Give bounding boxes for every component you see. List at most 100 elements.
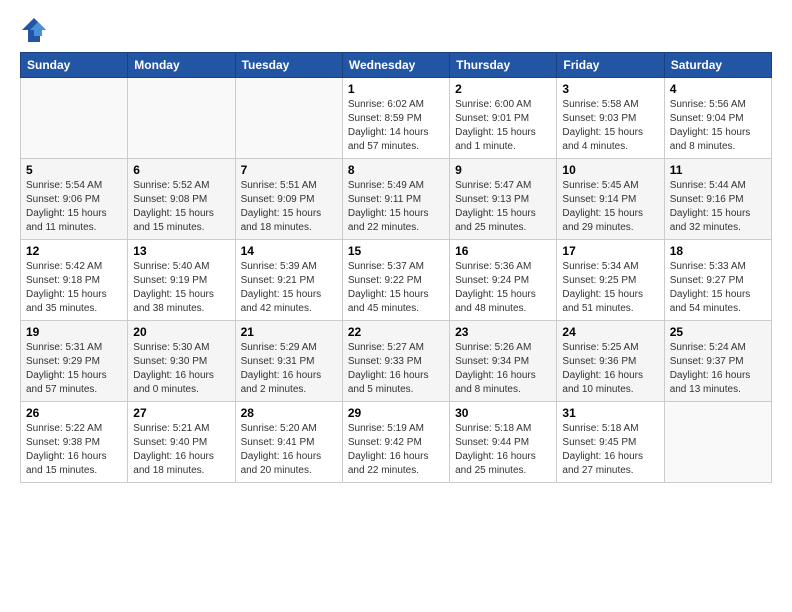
day-number: 18 <box>670 244 766 258</box>
day-info: Sunrise: 5:22 AM Sunset: 9:38 PM Dayligh… <box>26 422 122 478</box>
day-info: Sunrise: 5:20 AM Sunset: 9:41 PM Dayligh… <box>241 422 337 478</box>
day-info: Sunrise: 5:25 AM Sunset: 9:36 PM Dayligh… <box>562 341 658 397</box>
calendar-page: SundayMondayTuesdayWednesdayThursdayFrid… <box>0 0 792 499</box>
day-info: Sunrise: 5:44 AM Sunset: 9:16 PM Dayligh… <box>670 179 766 235</box>
calendar-cell: 3 Sunrise: 5:58 AM Sunset: 9:03 PM Daylig… <box>557 78 664 159</box>
calendar-cell: 28Sunrise: 5:20 AM Sunset: 9:41 PM Dayli… <box>235 402 342 483</box>
day-info: Sunrise: 5:34 AM Sunset: 9:25 PM Dayligh… <box>562 260 658 316</box>
day-info: Sunrise: 5:24 AM Sunset: 9:37 PM Dayligh… <box>670 341 766 397</box>
day-number: 14 <box>241 244 337 258</box>
logo-icon <box>20 16 48 44</box>
day-number: 31 <box>562 406 658 420</box>
calendar-cell: 25 Sunrise: 5:24 AM Sunset: 9:37 PM Dayli… <box>664 321 771 402</box>
calendar-cell: 16 Sunrise: 5:36 AM Sunset: 9:24 PM Dayli… <box>450 240 557 321</box>
day-number: 6 <box>133 163 229 177</box>
calendar-cell: 22 Sunrise: 5:27 AM Sunset: 9:33 PM Dayli… <box>342 321 449 402</box>
calendar-cell: 1 Sunrise: 6:02 AM Sunset: 8:59 PM Daylig… <box>342 78 449 159</box>
calendar-body: 1 Sunrise: 6:02 AM Sunset: 8:59 PM Daylig… <box>21 78 772 483</box>
calendar-cell <box>664 402 771 483</box>
header-row: SundayMondayTuesdayWednesdayThursdayFrid… <box>21 53 772 78</box>
logo <box>20 16 52 44</box>
day-info: Sunrise: 6:00 AM Sunset: 9:01 PM Dayligh… <box>455 98 551 154</box>
header <box>20 16 772 44</box>
calendar-cell: 17Sunrise: 5:34 AM Sunset: 9:25 PM Dayli… <box>557 240 664 321</box>
day-number: 25 <box>670 325 766 339</box>
calendar-cell: 11 Sunrise: 5:44 AM Sunset: 9:16 PM Dayli… <box>664 159 771 240</box>
day-number: 13 <box>133 244 229 258</box>
calendar-cell: 30Sunrise: 5:18 AM Sunset: 9:44 PM Dayli… <box>450 402 557 483</box>
day-number: 20 <box>133 325 229 339</box>
calendar-cell: 2 Sunrise: 6:00 AM Sunset: 9:01 PM Daylig… <box>450 78 557 159</box>
calendar-cell: 31 Sunrise: 5:18 AM Sunset: 9:45 PM Dayli… <box>557 402 664 483</box>
day-info: Sunrise: 5:52 AM Sunset: 9:08 PM Dayligh… <box>133 179 229 235</box>
day-number: 21 <box>241 325 337 339</box>
day-number: 30 <box>455 406 551 420</box>
day-number: 4 <box>670 82 766 96</box>
header-day: Monday <box>128 53 235 78</box>
day-info: Sunrise: 5:37 AM Sunset: 9:22 PM Dayligh… <box>348 260 444 316</box>
day-info: Sunrise: 5:40 AM Sunset: 9:19 PM Dayligh… <box>133 260 229 316</box>
day-info: Sunrise: 5:36 AM Sunset: 9:24 PM Dayligh… <box>455 260 551 316</box>
calendar-cell: 14 Sunrise: 5:39 AM Sunset: 9:21 PM Dayli… <box>235 240 342 321</box>
calendar-header: SundayMondayTuesdayWednesdayThursdayFrid… <box>21 53 772 78</box>
day-info: Sunrise: 5:39 AM Sunset: 9:21 PM Dayligh… <box>241 260 337 316</box>
calendar-cell: 8 Sunrise: 5:49 AM Sunset: 9:11 PM Daylig… <box>342 159 449 240</box>
day-number: 9 <box>455 163 551 177</box>
header-day: Saturday <box>664 53 771 78</box>
header-day: Sunday <box>21 53 128 78</box>
day-number: 1 <box>348 82 444 96</box>
calendar-cell: 4Sunrise: 5:56 AM Sunset: 9:04 PM Daylig… <box>664 78 771 159</box>
day-info: Sunrise: 5:21 AM Sunset: 9:40 PM Dayligh… <box>133 422 229 478</box>
day-info: Sunrise: 5:51 AM Sunset: 9:09 PM Dayligh… <box>241 179 337 235</box>
calendar-week-row: 12 Sunrise: 5:42 AM Sunset: 9:18 PM Dayli… <box>21 240 772 321</box>
day-info: Sunrise: 5:18 AM Sunset: 9:45 PM Dayligh… <box>562 422 658 478</box>
calendar-cell: 23 Sunrise: 5:26 AM Sunset: 9:34 PM Dayli… <box>450 321 557 402</box>
day-number: 24 <box>562 325 658 339</box>
calendar-cell: 13 Sunrise: 5:40 AM Sunset: 9:19 PM Dayli… <box>128 240 235 321</box>
day-number: 22 <box>348 325 444 339</box>
day-info: Sunrise: 5:47 AM Sunset: 9:13 PM Dayligh… <box>455 179 551 235</box>
day-number: 12 <box>26 244 122 258</box>
header-day: Thursday <box>450 53 557 78</box>
day-info: Sunrise: 5:58 AM Sunset: 9:03 PM Dayligh… <box>562 98 658 154</box>
day-number: 2 <box>455 82 551 96</box>
calendar-cell: 6 Sunrise: 5:52 AM Sunset: 9:08 PM Daylig… <box>128 159 235 240</box>
calendar-cell: 21 Sunrise: 5:29 AM Sunset: 9:31 PM Dayli… <box>235 321 342 402</box>
calendar-cell <box>128 78 235 159</box>
day-info: Sunrise: 5:19 AM Sunset: 9:42 PM Dayligh… <box>348 422 444 478</box>
calendar-cell: 29Sunrise: 5:19 AM Sunset: 9:42 PM Dayli… <box>342 402 449 483</box>
day-info: Sunrise: 5:31 AM Sunset: 9:29 PM Dayligh… <box>26 341 122 397</box>
day-number: 11 <box>670 163 766 177</box>
day-number: 10 <box>562 163 658 177</box>
day-info: Sunrise: 5:45 AM Sunset: 9:14 PM Dayligh… <box>562 179 658 235</box>
day-info: Sunrise: 5:27 AM Sunset: 9:33 PM Dayligh… <box>348 341 444 397</box>
day-number: 5 <box>26 163 122 177</box>
calendar-cell: 10 Sunrise: 5:45 AM Sunset: 9:14 PM Dayli… <box>557 159 664 240</box>
calendar-cell: 18Sunrise: 5:33 AM Sunset: 9:27 PM Dayli… <box>664 240 771 321</box>
calendar-cell: 12 Sunrise: 5:42 AM Sunset: 9:18 PM Dayli… <box>21 240 128 321</box>
calendar-table: SundayMondayTuesdayWednesdayThursdayFrid… <box>20 52 772 483</box>
day-number: 26 <box>26 406 122 420</box>
day-number: 16 <box>455 244 551 258</box>
calendar-week-row: 19 Sunrise: 5:31 AM Sunset: 9:29 PM Dayli… <box>21 321 772 402</box>
day-number: 15 <box>348 244 444 258</box>
calendar-cell: 15 Sunrise: 5:37 AM Sunset: 9:22 PM Dayli… <box>342 240 449 321</box>
day-info: Sunrise: 6:02 AM Sunset: 8:59 PM Dayligh… <box>348 98 444 154</box>
day-info: Sunrise: 5:29 AM Sunset: 9:31 PM Dayligh… <box>241 341 337 397</box>
calendar-cell: 24 Sunrise: 5:25 AM Sunset: 9:36 PM Dayli… <box>557 321 664 402</box>
calendar-week-row: 26 Sunrise: 5:22 AM Sunset: 9:38 PM Dayli… <box>21 402 772 483</box>
calendar-cell: 19 Sunrise: 5:31 AM Sunset: 9:29 PM Dayli… <box>21 321 128 402</box>
calendar-cell <box>21 78 128 159</box>
day-info: Sunrise: 5:54 AM Sunset: 9:06 PM Dayligh… <box>26 179 122 235</box>
day-number: 19 <box>26 325 122 339</box>
calendar-cell: 26 Sunrise: 5:22 AM Sunset: 9:38 PM Dayli… <box>21 402 128 483</box>
header-day: Wednesday <box>342 53 449 78</box>
day-info: Sunrise: 5:26 AM Sunset: 9:34 PM Dayligh… <box>455 341 551 397</box>
day-number: 3 <box>562 82 658 96</box>
day-number: 27 <box>133 406 229 420</box>
day-number: 8 <box>348 163 444 177</box>
day-info: Sunrise: 5:30 AM Sunset: 9:30 PM Dayligh… <box>133 341 229 397</box>
day-number: 23 <box>455 325 551 339</box>
day-info: Sunrise: 5:42 AM Sunset: 9:18 PM Dayligh… <box>26 260 122 316</box>
day-info: Sunrise: 5:49 AM Sunset: 9:11 PM Dayligh… <box>348 179 444 235</box>
